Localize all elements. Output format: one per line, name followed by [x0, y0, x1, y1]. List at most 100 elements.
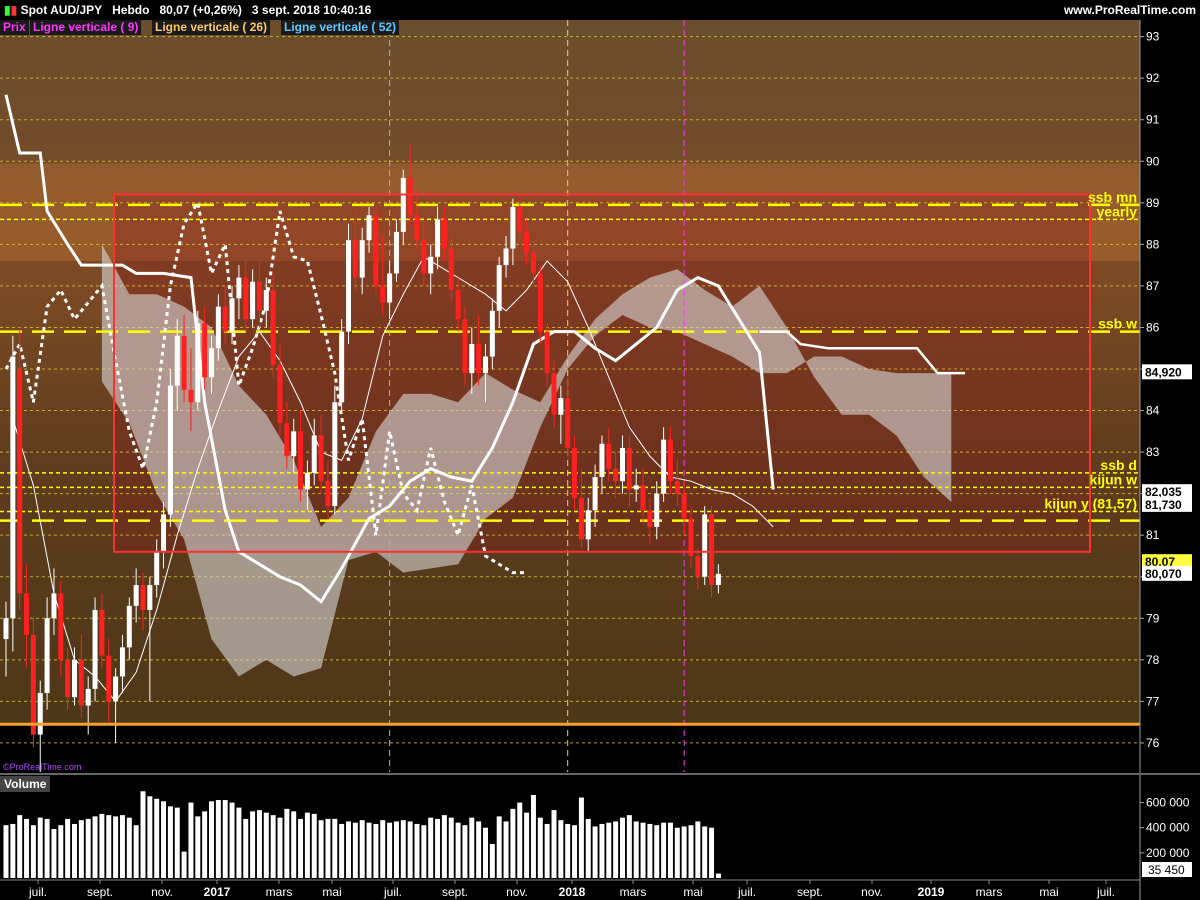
- candle-body: [428, 256, 434, 274]
- candle-body: [270, 290, 276, 365]
- candle-body: [496, 265, 502, 311]
- candle-body: [65, 659, 71, 698]
- candle-body: [284, 423, 290, 457]
- candle-body: [325, 481, 331, 507]
- candle-body: [592, 477, 598, 511]
- volume-bar: [318, 820, 324, 878]
- volume-bar: [72, 823, 77, 878]
- volume-panel-title[interactable]: Volume: [0, 776, 51, 792]
- volume-tick-label: 400 000: [1146, 821, 1190, 835]
- y-tick-label: 83: [1146, 445, 1160, 459]
- volume-tick-label: 600 000: [1146, 796, 1190, 810]
- candle-body: [483, 356, 488, 374]
- volume-bar: [414, 823, 420, 878]
- volume-bar: [496, 816, 502, 878]
- candle-body: [147, 585, 153, 610]
- candle-body: [661, 439, 667, 494]
- volume-bar: [674, 827, 680, 878]
- candle-body: [311, 435, 317, 473]
- volume-bar: [250, 811, 256, 878]
- volume-bar: [585, 818, 591, 878]
- volume-bar: [373, 823, 379, 878]
- candle-body: [544, 331, 550, 374]
- volume-bar: [537, 817, 543, 878]
- volume-bar: [291, 811, 297, 878]
- y-tick-label: 90: [1146, 154, 1160, 168]
- volume-bar: [304, 812, 310, 878]
- volume-bar: [167, 806, 173, 878]
- volume-bar: [339, 823, 345, 878]
- tab-ligne-verticale-9[interactable]: Ligne verticale ( 9): [30, 20, 142, 35]
- candle-body: [195, 323, 201, 403]
- volume-bar: [195, 816, 201, 878]
- volume-bar: [188, 802, 194, 878]
- candle-body: [215, 306, 221, 349]
- tab-ligne-verticale-26[interactable]: Ligne verticale ( 26): [152, 20, 271, 35]
- candle-body: [99, 609, 105, 656]
- volume-bar: [709, 827, 715, 878]
- x-tick-label: sept.: [797, 885, 823, 899]
- candle-body: [119, 647, 125, 677]
- x-tick-label: juil.: [1096, 885, 1115, 899]
- candle-body: [551, 373, 557, 415]
- volume-bar: [181, 851, 187, 878]
- candle-body: [167, 385, 173, 515]
- candle-body: [92, 609, 98, 689]
- candle-body: [181, 335, 187, 390]
- volume-bar: [30, 825, 36, 878]
- candle-body: [3, 618, 9, 640]
- volume-bar: [626, 815, 632, 878]
- volume-bar: [119, 815, 125, 878]
- candle-body: [243, 277, 249, 320]
- volume-bar: [270, 815, 276, 878]
- y-tick-label: 92: [1146, 71, 1160, 85]
- volume-bar: [263, 812, 269, 878]
- volume-bar: [558, 820, 564, 878]
- volume-bar: [126, 817, 132, 878]
- candle-body: [72, 659, 77, 698]
- bar-chart-icon-2: ▮: [10, 3, 18, 17]
- volume-bar: [366, 822, 372, 878]
- candle-body: [489, 310, 495, 357]
- volume-bar: [599, 823, 605, 878]
- volume-bar: [407, 821, 413, 878]
- candle-body: [250, 281, 256, 320]
- volume-bar: [140, 791, 146, 878]
- candle-body: [37, 693, 43, 735]
- y-tick-label: 76: [1146, 736, 1160, 750]
- volume-bar: [311, 813, 317, 878]
- candle-body: [572, 447, 578, 498]
- price-badge-label: 80,070: [1145, 567, 1182, 581]
- candle-body: [585, 510, 591, 540]
- volume-bar: [483, 827, 488, 878]
- quote-label: 80,07 (+0,26%): [159, 3, 242, 17]
- x-tick-label: 2018: [559, 885, 586, 899]
- volume-bar: [174, 807, 180, 878]
- candle-body: [106, 655, 112, 702]
- tab-ligne-verticale-52[interactable]: Ligne verticale ( 52): [281, 20, 400, 35]
- candle-body: [85, 688, 91, 706]
- y-tick-label: 78: [1146, 653, 1160, 667]
- candle-body: [352, 240, 358, 278]
- candle-body: [222, 306, 228, 332]
- volume-bar: [380, 820, 386, 878]
- volume-bar: [209, 801, 214, 878]
- candle-body: [421, 240, 427, 274]
- volume-bar: [92, 816, 98, 878]
- candle-body: [565, 398, 571, 448]
- candle-body: [188, 389, 194, 403]
- site-link[interactable]: www.ProRealTime.com: [1064, 3, 1196, 17]
- volume-bar: [435, 818, 441, 878]
- volume-bar: [51, 828, 57, 878]
- below-support-zone: [0, 724, 1140, 772]
- candle-body: [339, 331, 345, 403]
- candle-body: [530, 252, 536, 274]
- tab-prix[interactable]: Prix: [0, 20, 29, 35]
- volume-last-label: 35 450: [1148, 863, 1185, 877]
- x-tick-label: mai: [322, 885, 341, 899]
- volume-bar: [510, 808, 516, 878]
- x-tick-label: nov.: [151, 885, 173, 899]
- volume-bar: [695, 821, 701, 878]
- candle-body: [469, 344, 475, 374]
- volume-panel: [3, 791, 721, 878]
